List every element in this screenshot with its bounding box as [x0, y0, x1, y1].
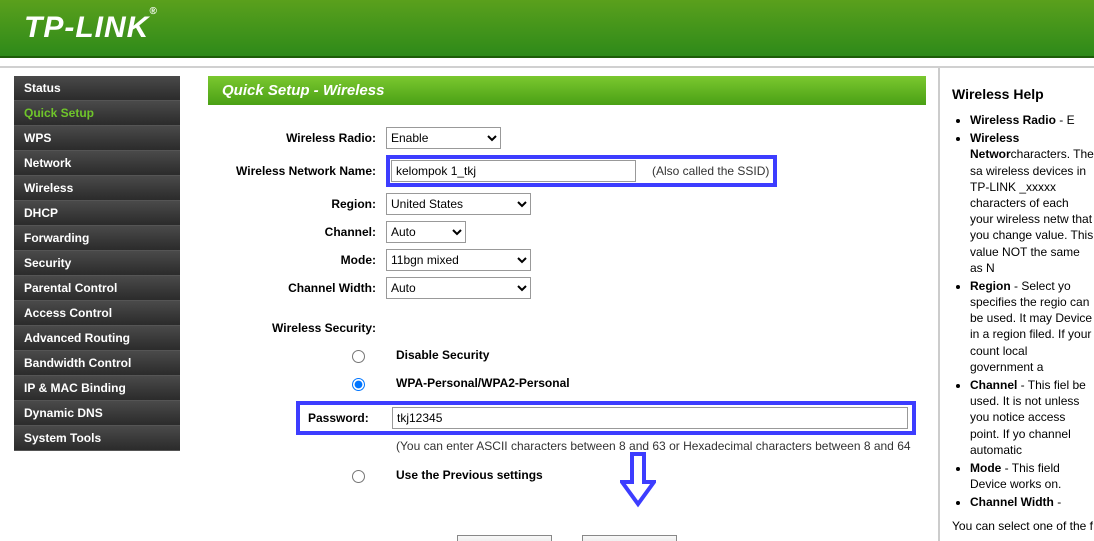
- label-channel: Channel:: [216, 225, 386, 239]
- opt-wpa: WPA-Personal/WPA2-Personal: [396, 376, 570, 390]
- next-button[interactable]: Next: [582, 535, 677, 541]
- sidebar-item-quick-setup[interactable]: Quick Setup: [14, 101, 180, 126]
- sidebar-item-advanced-routing[interactable]: Advanced Routing: [14, 326, 180, 351]
- sidebar-item-dynamic-dns[interactable]: Dynamic DNS: [14, 401, 180, 426]
- help-item: Region - Select yo specifies the regio c…: [970, 278, 1094, 375]
- label-region: Region:: [216, 197, 386, 211]
- help-tail: You can select one of the f: [952, 519, 1094, 533]
- sidebar-item-status[interactable]: Status: [14, 76, 180, 101]
- wireless-radio-select[interactable]: Enable: [386, 127, 501, 149]
- help-item: Wireless Radio - E: [970, 112, 1094, 128]
- radio-disable-security[interactable]: [352, 350, 365, 363]
- main-panel: Quick Setup - Wireless Wireless Radio: E…: [180, 68, 938, 541]
- sidebar-item-network[interactable]: Network: [14, 151, 180, 176]
- arrow-annotation-icon: [620, 452, 656, 508]
- channel-width-select[interactable]: Auto: [386, 277, 531, 299]
- sidebar-item-security[interactable]: Security: [14, 251, 180, 276]
- password-input[interactable]: [392, 407, 908, 429]
- channel-select[interactable]: Auto: [386, 221, 466, 243]
- sidebar-item-bandwidth-control[interactable]: Bandwidth Control: [14, 351, 180, 376]
- sidebar-item-parental-control[interactable]: Parental Control: [14, 276, 180, 301]
- help-item: Wireless Networcharacters. The sa wirele…: [970, 130, 1094, 276]
- region-select[interactable]: United States: [386, 193, 531, 215]
- label-wireless-security: Wireless Security:: [216, 321, 386, 335]
- page-title: Quick Setup - Wireless: [208, 76, 926, 105]
- label-channel-width: Channel Width:: [216, 281, 386, 295]
- sidebar-item-system-tools[interactable]: System Tools: [14, 426, 180, 451]
- opt-disable-security: Disable Security: [396, 348, 489, 362]
- help-item: Channel - This fiel be used. It is not u…: [970, 377, 1094, 458]
- ssid-input[interactable]: [391, 160, 636, 182]
- back-button[interactable]: Back: [457, 535, 552, 541]
- radio-wpa[interactable]: [352, 378, 365, 391]
- sidebar-item-wps[interactable]: WPS: [14, 126, 180, 151]
- brand-logo: TP-LINK®: [24, 11, 158, 45]
- app-header: TP-LINK®: [0, 0, 1094, 58]
- sidebar-item-wireless[interactable]: Wireless: [14, 176, 180, 201]
- help-item: Channel Width -: [970, 494, 1094, 510]
- radio-previous[interactable]: [352, 470, 365, 483]
- help-item: Mode - This field Device works on.: [970, 460, 1094, 492]
- mode-select[interactable]: 11bgn mixed: [386, 249, 531, 271]
- help-title: Wireless Help: [952, 86, 1094, 102]
- ssid-hint: (Also called the SSID): [652, 164, 769, 178]
- sidebar-item-access-control[interactable]: Access Control: [14, 301, 180, 326]
- label-wireless-radio: Wireless Radio:: [216, 131, 386, 145]
- password-hint: (You can enter ASCII characters between …: [396, 439, 918, 453]
- label-ssid: Wireless Network Name:: [216, 164, 386, 178]
- label-password: Password:: [300, 411, 392, 425]
- password-highlight-box: Password:: [296, 401, 916, 435]
- sidebar-item-dhcp[interactable]: DHCP: [14, 201, 180, 226]
- ssid-highlight-box: (Also called the SSID): [386, 155, 777, 187]
- sidebar-item-forwarding[interactable]: Forwarding: [14, 226, 180, 251]
- opt-previous: Use the Previous settings: [396, 468, 543, 482]
- label-mode: Mode:: [216, 253, 386, 267]
- help-panel: Wireless Help Wireless Radio - E Wireless…: [938, 68, 1094, 541]
- sidebar-item-ip-mac-binding[interactable]: IP & MAC Binding: [14, 376, 180, 401]
- sidebar: StatusQuick SetupWPSNetworkWirelessDHCPF…: [0, 68, 180, 541]
